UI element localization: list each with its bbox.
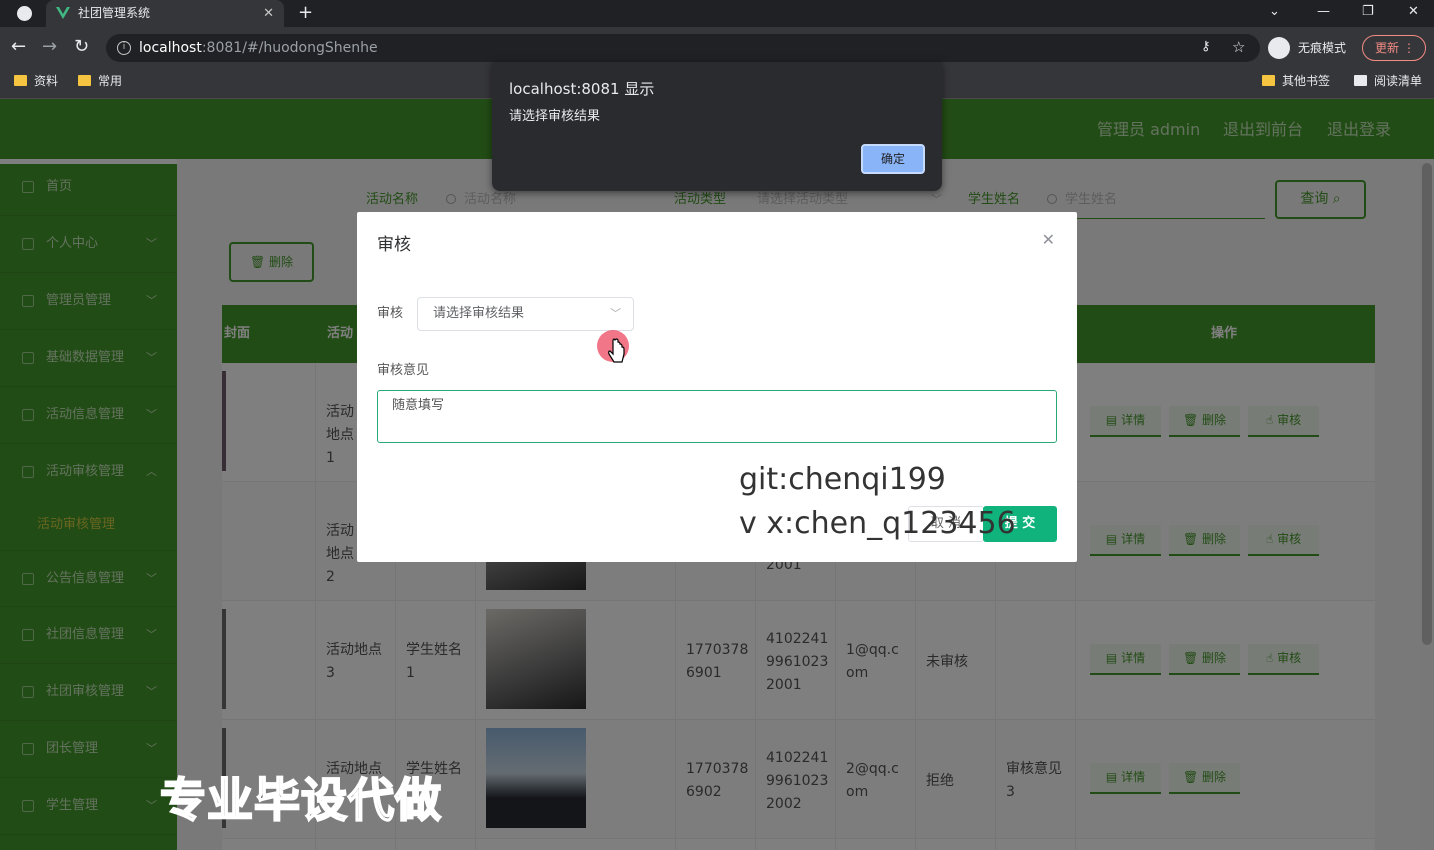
vue-logo-icon — [56, 7, 70, 19]
folder-icon — [1262, 75, 1275, 86]
reload-icon[interactable]: ↻ — [74, 36, 89, 58]
audit-result-select[interactable]: 请选择审核结果 ﹀ — [417, 297, 634, 331]
incognito-indicator[interactable]: 无痕模式 — [1268, 36, 1346, 60]
bookmark-folder[interactable]: 常用 — [76, 68, 122, 94]
alert-ok-button[interactable]: 确定 — [861, 144, 925, 174]
opinion-textarea[interactable]: 随意填写 — [377, 390, 1057, 443]
alert-message: 请选择审核结果 — [509, 109, 601, 124]
site-info-icon[interactable]: i — [117, 41, 131, 55]
folder-icon — [14, 75, 27, 86]
incognito-icon — [1268, 37, 1290, 59]
update-button[interactable]: 更新 ⋮ — [1362, 35, 1426, 61]
star-icon[interactable]: ☆ — [1232, 38, 1245, 56]
reading-list-icon — [1354, 75, 1367, 86]
alert-title: localhost:8081 显示 — [509, 80, 655, 98]
tab-close-icon[interactable]: ✕ — [263, 0, 274, 27]
window-close-icon[interactable]: ✕ — [1408, 0, 1419, 24]
key-icon[interactable]: ⚷ — [1201, 39, 1211, 54]
tab-strip: 社团管理系统 ✕ + ⌄ — ❐ ✕ — [0, 0, 1434, 27]
watermark-git: git:chenqi199 — [739, 462, 946, 497]
browser-tab[interactable]: 社团管理系统 ✕ — [46, 0, 284, 27]
folder-icon — [78, 75, 91, 86]
chevron-down-icon: ﹀ — [610, 307, 621, 320]
address-bar[interactable]: i localhost:8081/#/huodongShenhe ⚷ ☆ — [106, 34, 1260, 62]
browser-alert: localhost:8081 显示 请选择审核结果 确定 — [492, 62, 942, 191]
restore-icon[interactable]: ❐ — [1362, 0, 1374, 24]
back-icon[interactable]: ← — [11, 36, 26, 58]
bookmark-folder[interactable]: 其他书签 — [1260, 68, 1330, 94]
browser-menu-icon[interactable] — [17, 6, 32, 21]
tab-search-icon[interactable]: ⌄ — [1269, 0, 1280, 24]
bookmark-folder[interactable]: 资料 — [12, 68, 58, 94]
watermark-promo: 专业毕设代做 — [159, 772, 442, 828]
watermark-vx: v x:chen_q123456 — [739, 506, 1016, 541]
opinion-label: 审核意见 — [377, 363, 430, 378]
dialog-title: 审核 — [377, 235, 411, 255]
hand-cursor-icon — [608, 338, 625, 363]
new-tab-icon[interactable]: + — [298, 0, 313, 26]
tab-title: 社团管理系统 — [78, 6, 151, 20]
reading-list[interactable]: 阅读清单 — [1352, 68, 1422, 94]
close-icon[interactable]: ✕ — [1042, 230, 1055, 249]
forward-icon[interactable]: → — [42, 36, 57, 58]
audit-label: 审核 — [377, 306, 404, 321]
minimize-icon[interactable]: — — [1317, 0, 1330, 24]
url-text: localhost:8081/#/huodongShenhe — [139, 40, 378, 56]
